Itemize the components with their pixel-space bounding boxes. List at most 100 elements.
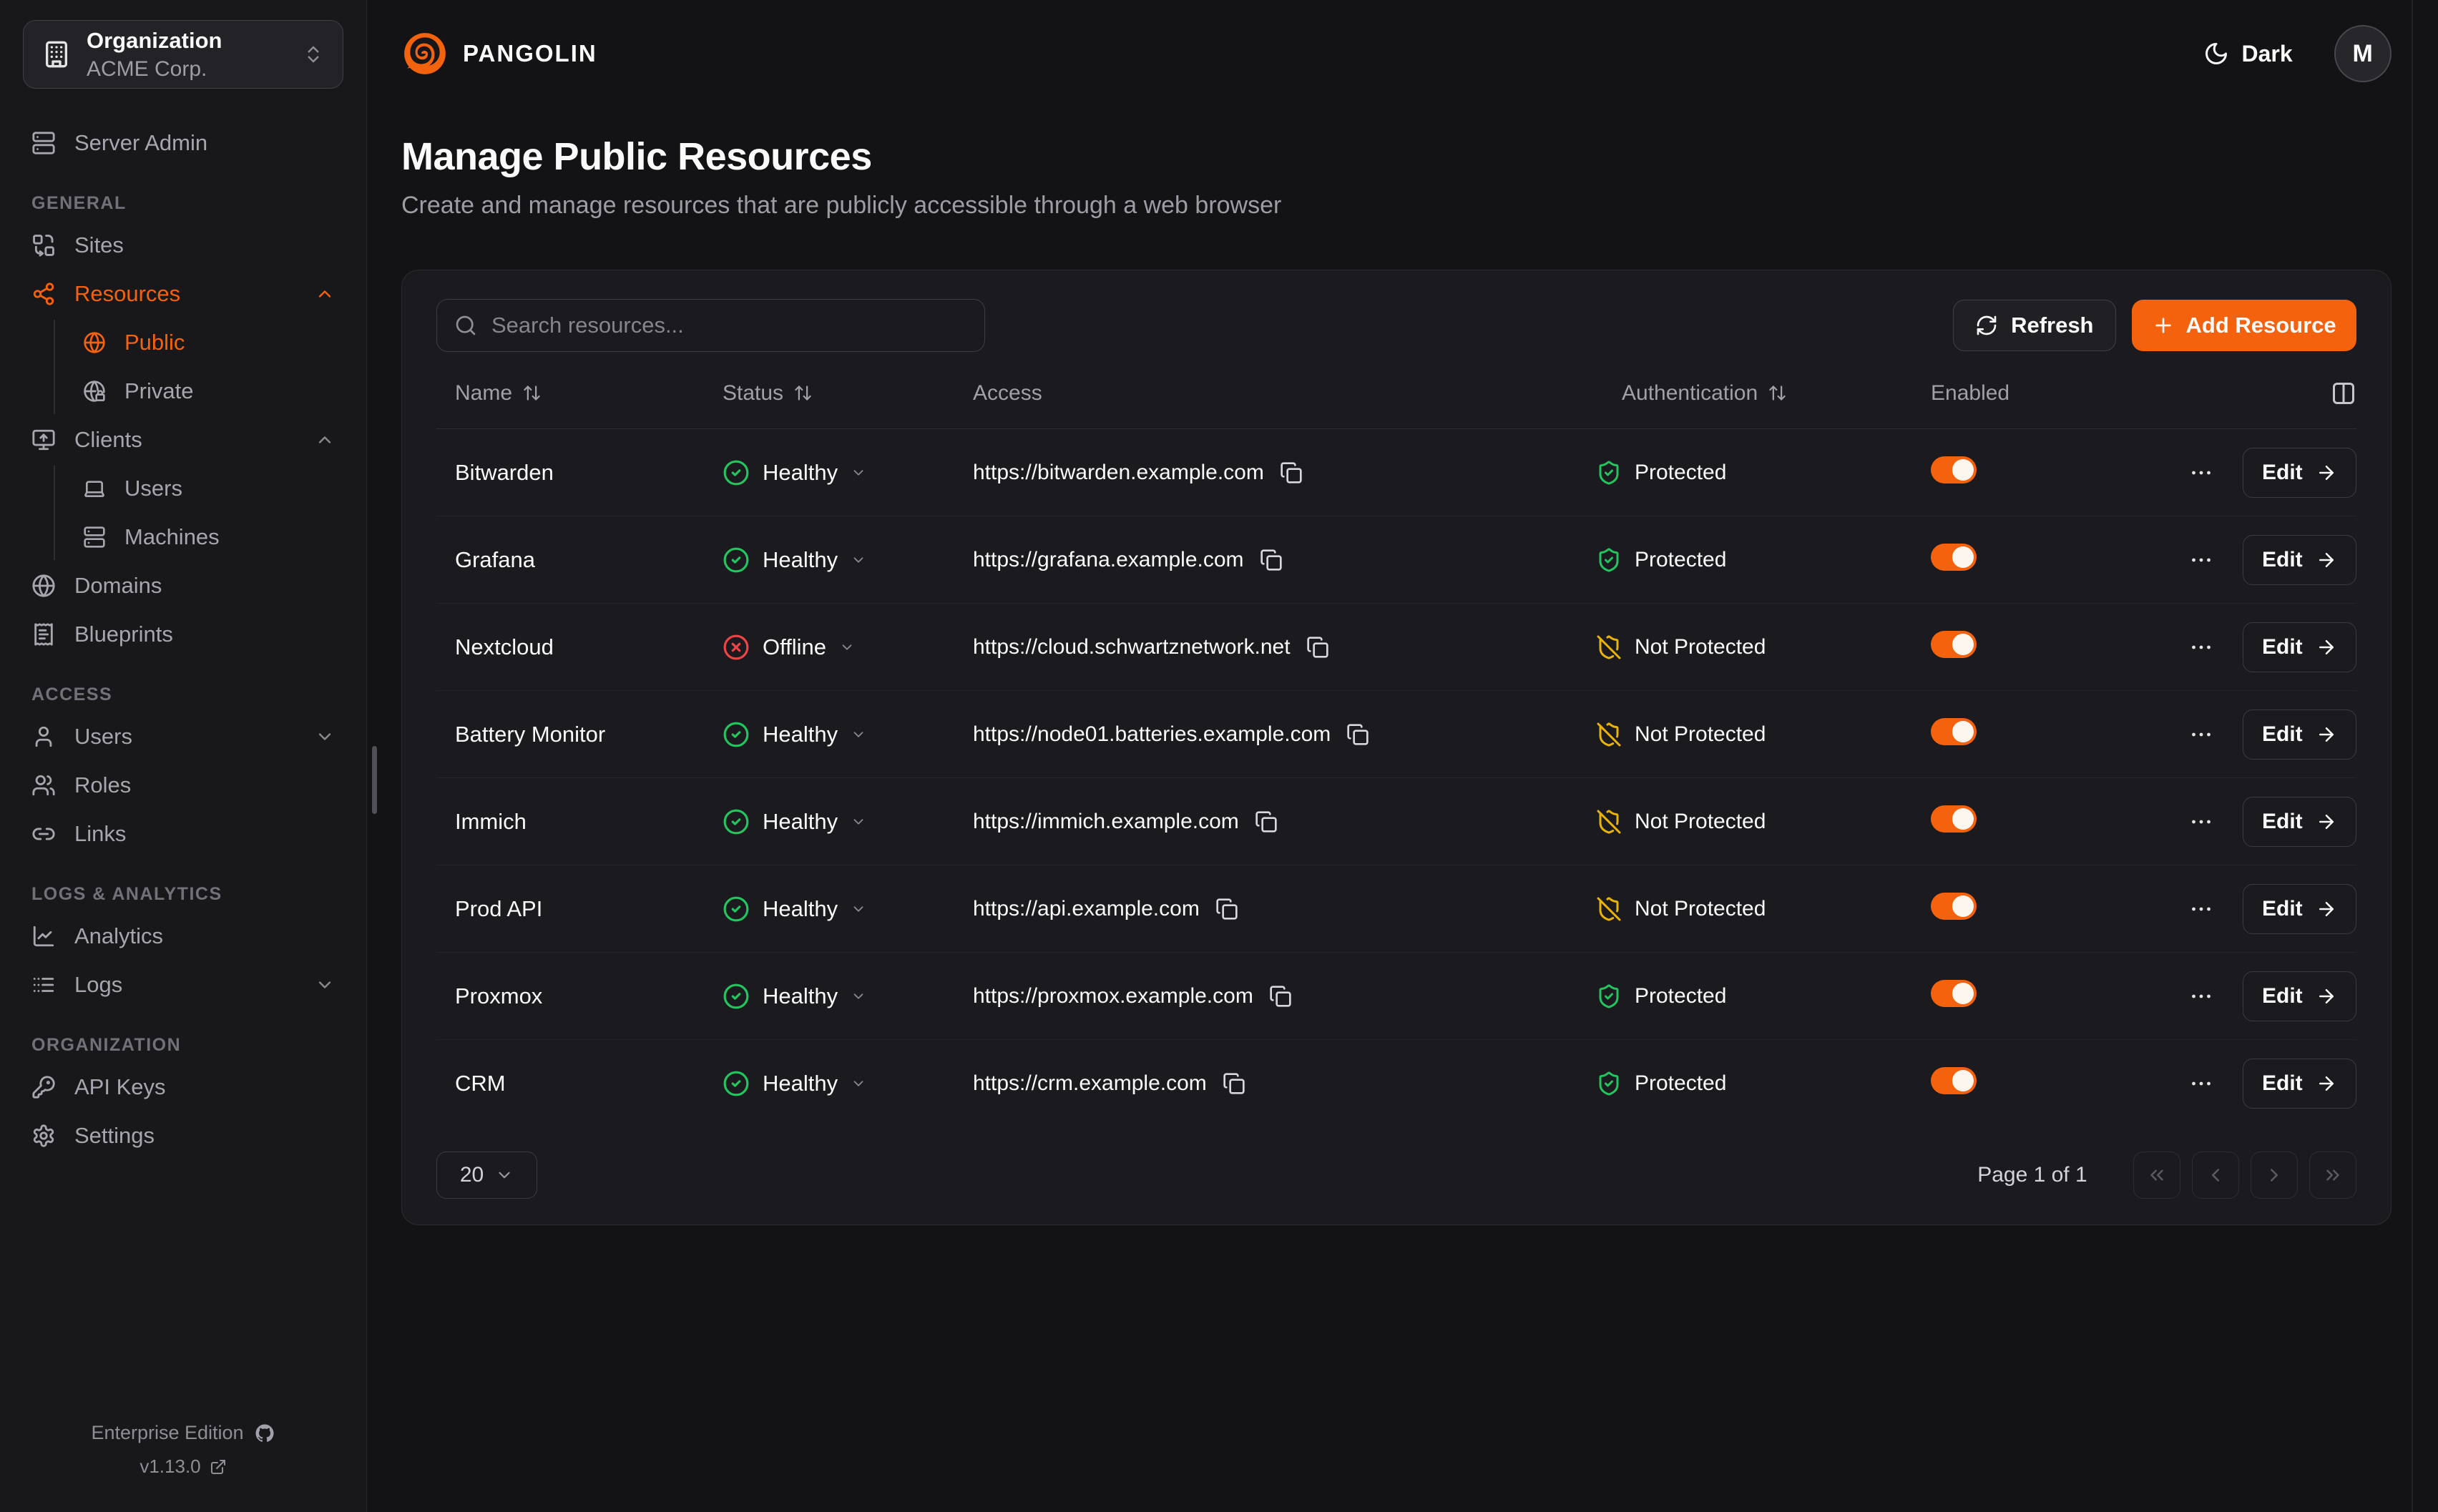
table-row: Proxmox Healthy https://proxmox.example.… <box>436 953 2356 1040</box>
resource-name: Grafana <box>436 547 723 573</box>
row-menu-button[interactable] <box>2188 460 2214 486</box>
sidebar-item-private[interactable]: Private <box>55 368 346 414</box>
columns-icon[interactable] <box>2331 381 2356 406</box>
row-menu-button[interactable] <box>2188 634 2214 660</box>
copy-url-button[interactable] <box>1306 636 1329 659</box>
sidebar-scrollbar-thumb[interactable] <box>372 746 377 814</box>
next-page-button[interactable] <box>2251 1152 2298 1199</box>
copy-url-button[interactable] <box>1255 810 1278 833</box>
enabled-toggle[interactable] <box>1931 544 1977 571</box>
enabled-toggle[interactable] <box>1931 805 1977 833</box>
row-menu-button[interactable] <box>2188 1071 2214 1096</box>
status-label: Healthy <box>763 983 838 1009</box>
sidebar-item-blueprints[interactable]: Blueprints <box>20 612 346 657</box>
avatar[interactable]: M <box>2334 25 2392 82</box>
laptop-icon <box>83 477 106 500</box>
sidebar-item-links[interactable]: Links <box>20 811 346 857</box>
column-header-name[interactable]: Name <box>436 381 723 406</box>
sidebar-item-resources[interactable]: Resources <box>20 271 346 317</box>
row-menu-button[interactable] <box>2188 722 2214 747</box>
chevron-down-icon <box>851 465 866 481</box>
chevron-down-icon <box>315 975 335 995</box>
edit-button[interactable]: Edit <box>2243 797 2356 847</box>
status-icon <box>723 459 750 486</box>
sidebar-item-sites[interactable]: Sites <box>20 222 346 268</box>
row-menu-button[interactable] <box>2188 896 2214 922</box>
sidebar-item-analytics[interactable]: Analytics <box>20 913 346 959</box>
org-switcher[interactable]: Organization ACME Corp. <box>23 20 343 89</box>
enabled-toggle[interactable] <box>1931 980 1977 1007</box>
sidebar-item-machines[interactable]: Machines <box>55 514 346 560</box>
copy-url-button[interactable] <box>1215 898 1238 921</box>
key-icon <box>31 1075 56 1099</box>
search-input[interactable] <box>491 313 967 338</box>
row-menu-button[interactable] <box>2188 809 2214 835</box>
edit-button[interactable]: Edit <box>2243 971 2356 1021</box>
chevrons-left-icon <box>2146 1164 2168 1186</box>
status-dropdown[interactable]: Healthy <box>723 1070 973 1097</box>
status-dropdown[interactable]: Healthy <box>723 983 973 1010</box>
chevron-up-icon <box>315 284 335 304</box>
edit-button[interactable]: Edit <box>2243 535 2356 585</box>
first-page-button[interactable] <box>2133 1152 2180 1199</box>
refresh-button[interactable]: Refresh <box>1953 300 2115 351</box>
table-toolbar: Refresh Add Resource <box>436 299 2356 352</box>
sidebar-item-clients[interactable]: Clients <box>20 417 346 463</box>
row-menu-button[interactable] <box>2188 983 2214 1009</box>
status-icon <box>723 634 750 661</box>
copy-url-button[interactable] <box>1346 723 1369 746</box>
status-dropdown[interactable]: Healthy <box>723 546 973 574</box>
status-dropdown[interactable]: Offline <box>723 634 973 661</box>
github-icon[interactable] <box>254 1423 275 1444</box>
chevron-left-icon <box>2205 1164 2226 1186</box>
resource-url: https://crm.example.com <box>973 1071 1207 1096</box>
edit-button[interactable]: Edit <box>2243 1059 2356 1109</box>
page-size-select[interactable]: 20 <box>436 1152 537 1199</box>
enabled-toggle[interactable] <box>1931 1067 1977 1094</box>
row-actions: Edit <box>2188 622 2356 672</box>
sidebar-item-domains[interactable]: Domains <box>20 563 346 609</box>
resource-name: Immich <box>436 809 723 835</box>
edit-button[interactable]: Edit <box>2243 884 2356 934</box>
copy-url-button[interactable] <box>1260 549 1283 571</box>
sidebar-item-settings[interactable]: Settings <box>20 1113 346 1159</box>
sidebar-item-api-keys[interactable]: API Keys <box>20 1064 346 1110</box>
row-actions: Edit <box>2188 797 2356 847</box>
enabled-toggle[interactable] <box>1931 718 1977 745</box>
sidebar-item-client-users[interactable]: Users <box>55 466 346 511</box>
status-label: Healthy <box>763 547 838 573</box>
status-dropdown[interactable]: Healthy <box>723 895 973 923</box>
edit-label: Edit <box>2262 1071 2303 1096</box>
copy-url-button[interactable] <box>1269 985 1292 1008</box>
status-dropdown[interactable]: Healthy <box>723 808 973 835</box>
sidebar-item-users[interactable]: Users <box>20 714 346 760</box>
enabled-toggle[interactable] <box>1931 456 1977 483</box>
status-dropdown[interactable]: Healthy <box>723 459 973 486</box>
clients-subnav: Users Machines <box>54 466 346 560</box>
copy-url-button[interactable] <box>1280 461 1303 484</box>
auth-cell: Not Protected <box>1596 722 1931 747</box>
last-page-button[interactable] <box>2309 1152 2356 1199</box>
status-dropdown[interactable]: Healthy <box>723 721 973 748</box>
edit-button[interactable]: Edit <box>2243 710 2356 760</box>
edit-button[interactable]: Edit <box>2243 622 2356 672</box>
sidebar-nav: Server Admin GENERAL Sites Resources Pub… <box>0 89 366 1162</box>
sidebar-item-server-admin[interactable]: Server Admin <box>20 120 346 166</box>
sidebar-item-logs[interactable]: Logs <box>20 962 346 1008</box>
enabled-cell <box>1931 544 2188 576</box>
enabled-toggle[interactable] <box>1931 631 1977 658</box>
edit-button[interactable]: Edit <box>2243 448 2356 498</box>
sidebar-item-roles[interactable]: Roles <box>20 762 346 808</box>
sidebar-item-public[interactable]: Public <box>55 320 346 365</box>
version-link[interactable]: v1.13.0 <box>0 1455 366 1478</box>
theme-toggle[interactable]: Dark <box>2203 41 2293 67</box>
enabled-toggle[interactable] <box>1931 893 1977 920</box>
prev-page-button[interactable] <box>2192 1152 2239 1199</box>
add-resource-button[interactable]: Add Resource <box>2132 300 2356 351</box>
copy-url-button[interactable] <box>1223 1072 1245 1095</box>
moon-icon <box>2203 41 2229 67</box>
column-header-status[interactable]: Status <box>723 381 973 406</box>
row-actions: Edit <box>2188 971 2356 1021</box>
column-header-authentication[interactable]: Authentication <box>1596 381 1931 406</box>
row-menu-button[interactable] <box>2188 547 2214 573</box>
